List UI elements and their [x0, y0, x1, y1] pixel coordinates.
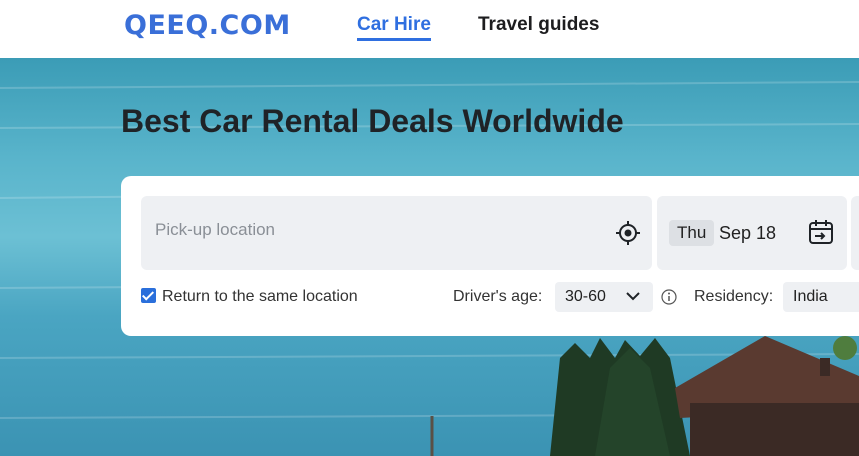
- driver-age-label: Driver's age:: [453, 288, 543, 305]
- top-navigation-bar: QEEQ.COM Car Hire Travel guides: [0, 0, 859, 58]
- chevron-down-icon: [626, 292, 640, 301]
- nav-car-hire[interactable]: Car Hire: [357, 14, 431, 41]
- pickup-location-input[interactable]: [155, 220, 595, 240]
- driver-age-value: 30-60: [565, 288, 606, 305]
- qeeq-logo[interactable]: QEEQ.COM: [124, 10, 291, 41]
- pickup-date: Sep 18: [719, 223, 777, 243]
- nav-travel-guides[interactable]: Travel guides: [478, 14, 599, 36]
- residency-value: India: [793, 288, 828, 305]
- dropoff-date-field[interactable]: [851, 196, 859, 270]
- residency-label: Residency:: [694, 288, 774, 305]
- return-same-location-label[interactable]: Return to the same location: [162, 288, 358, 306]
- pickup-location-box[interactable]: [141, 196, 652, 270]
- pickup-day: Thu: [669, 220, 715, 246]
- crosshair-icon[interactable]: [615, 220, 641, 246]
- residency-select[interactable]: India: [783, 282, 859, 312]
- info-icon[interactable]: [661, 289, 677, 305]
- hero-banner: Best Car Rental Deals Worldwide Thu Sep …: [0, 58, 859, 456]
- driver-age-select[interactable]: 30-60: [555, 282, 653, 312]
- hero-title: Best Car Rental Deals Worldwide: [121, 103, 624, 139]
- calendar-icon: [809, 220, 833, 244]
- return-same-location-checkbox[interactable]: [141, 288, 156, 303]
- search-panel: Thu Sep 18 Return to the same location D…: [121, 176, 859, 336]
- pickup-date-field[interactable]: Thu Sep 18: [657, 196, 847, 270]
